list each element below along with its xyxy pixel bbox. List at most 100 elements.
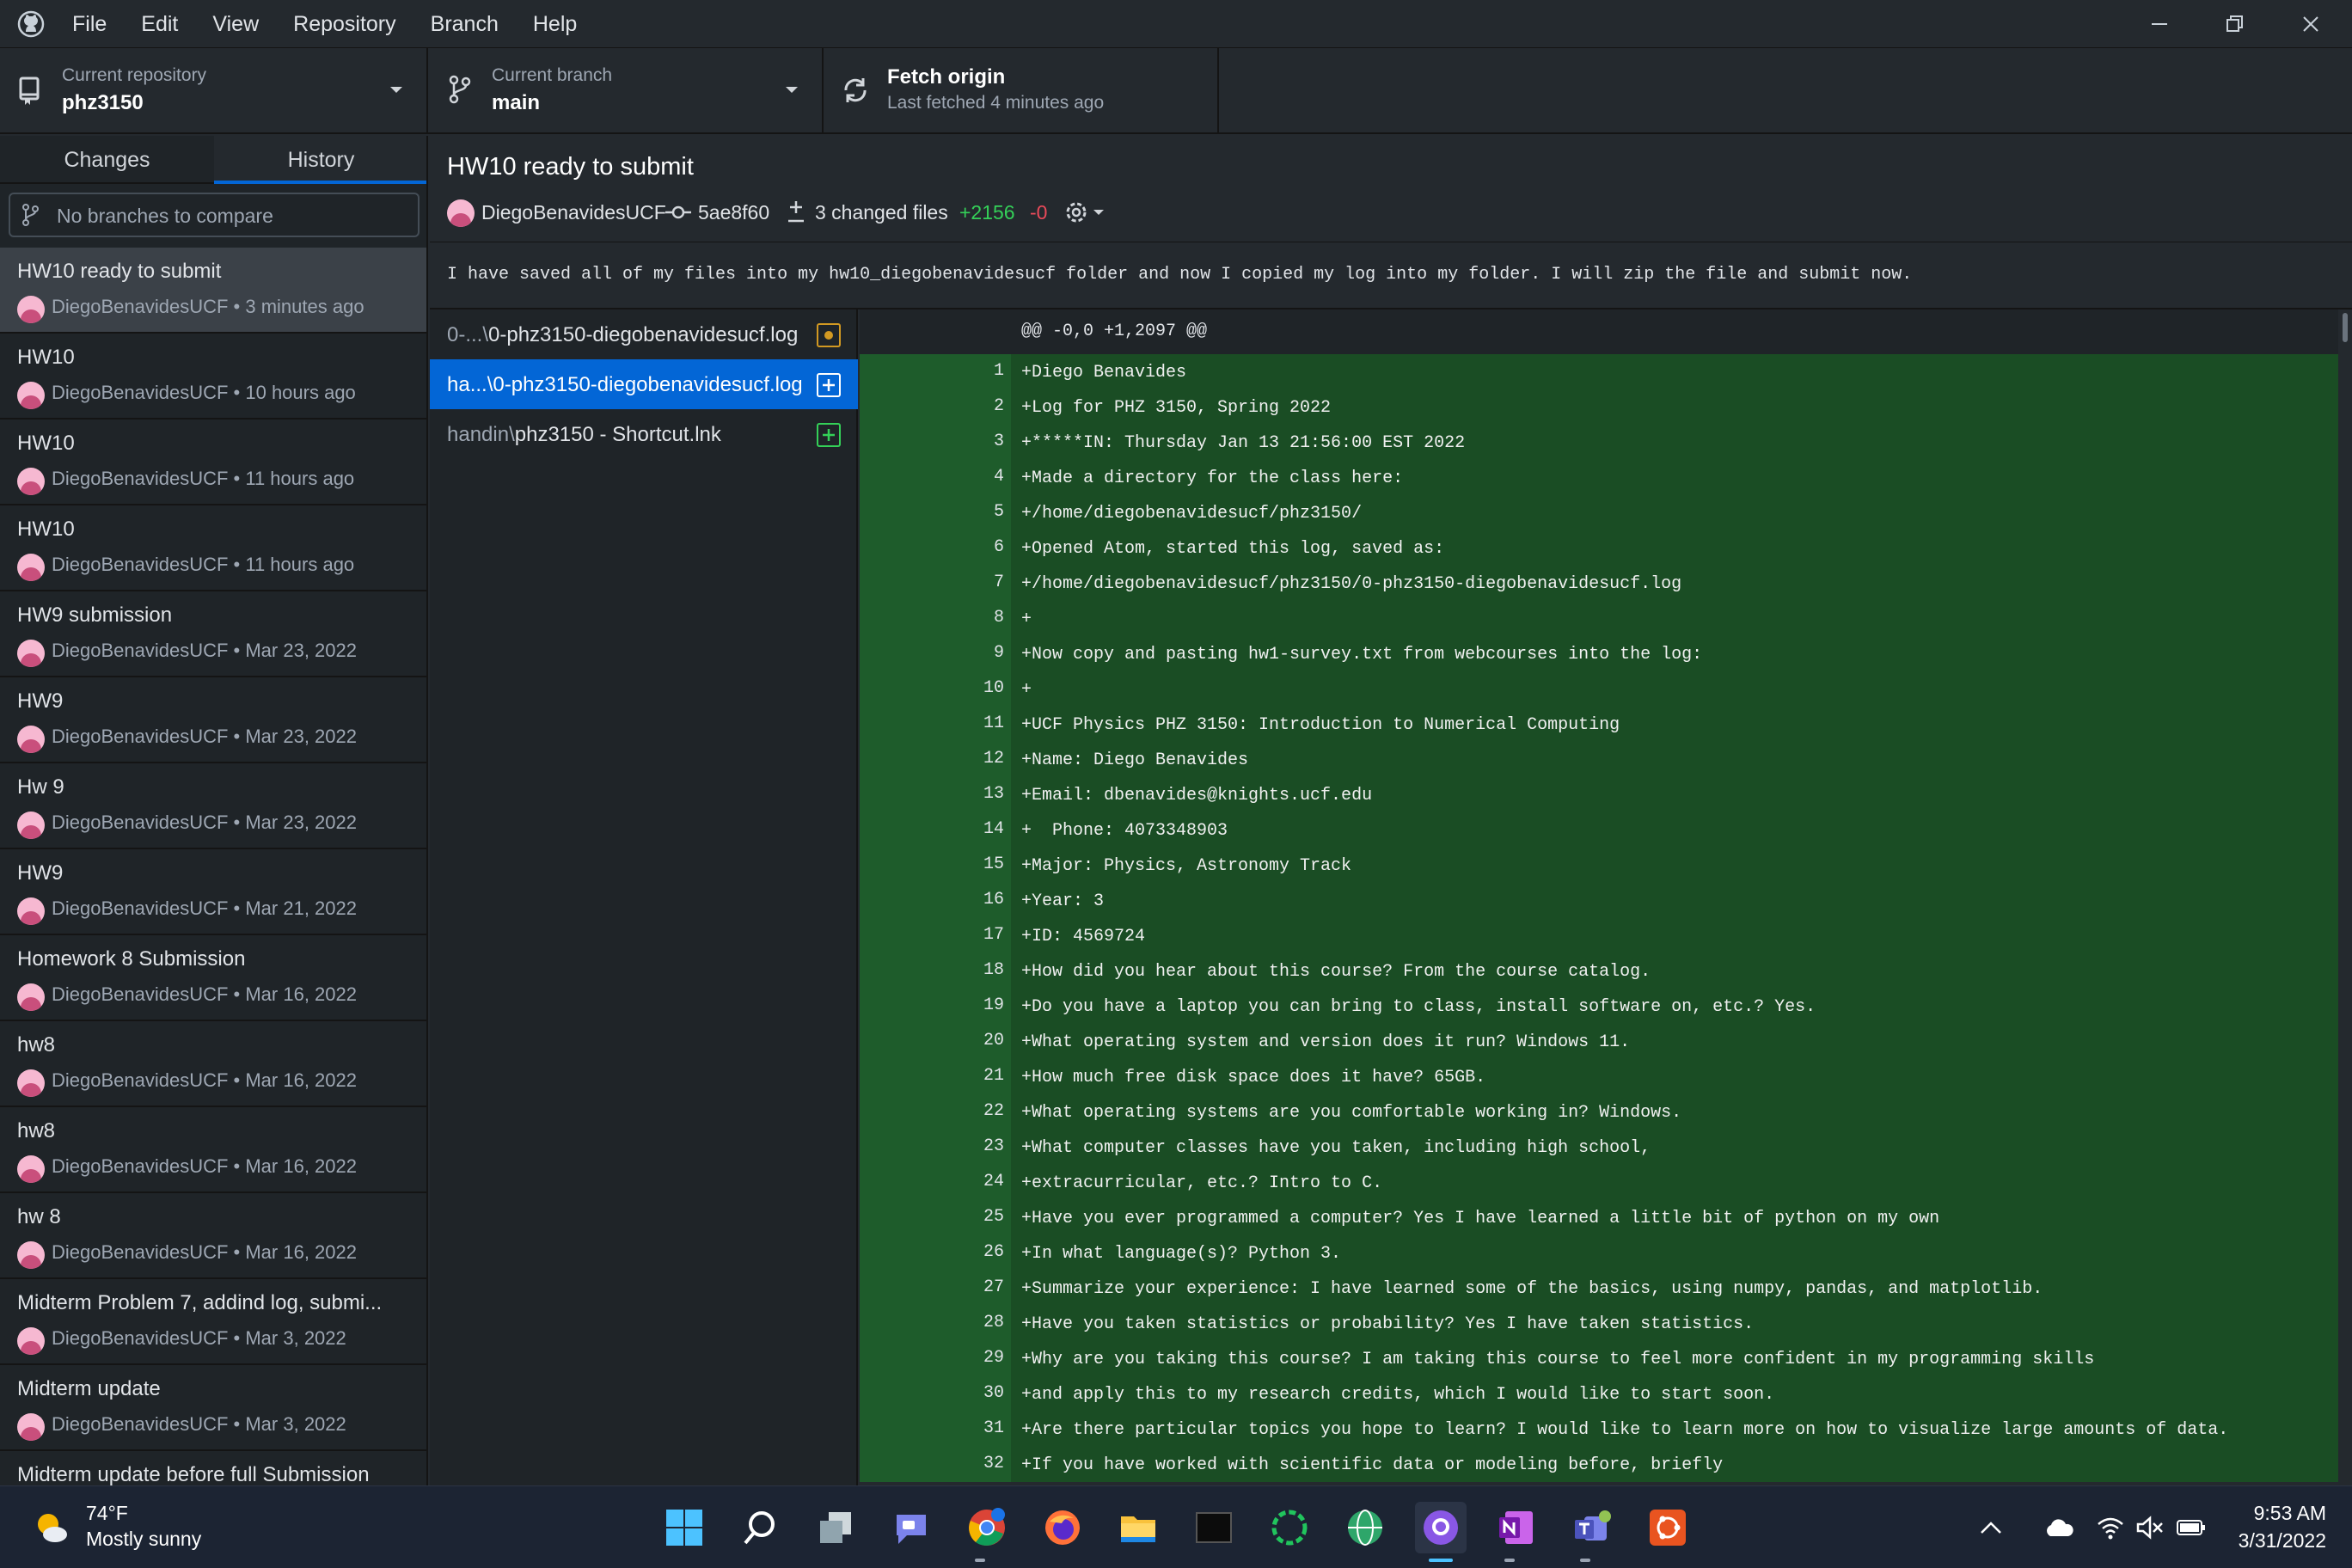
commit-list-item[interactable]: HW10 DiegoBenavidesUCF • 11 hours ago <box>0 420 426 505</box>
diff-line: 4 +Made a directory for the class here: <box>860 460 2338 495</box>
commit-list-item[interactable]: Midterm Problem 7, addind log, submi... D… <box>0 1279 426 1365</box>
file-item[interactable]: 0-...\0-phz3150-diegobenavidesucf.log <box>430 309 858 359</box>
diff-line-text: + Phone: 4073348903 <box>1021 821 1228 841</box>
commit-list-item[interactable]: Midterm update before full Submission <box>0 1451 426 1485</box>
firefox-icon[interactable] <box>1037 1502 1088 1553</box>
avatar <box>17 468 45 495</box>
diff-line: 6 +Opened Atom, started this log, saved a… <box>860 530 2338 566</box>
line-number: 27 <box>983 1277 1004 1297</box>
close-button[interactable] <box>2273 0 2349 48</box>
commit-sha[interactable]: 5ae8f60 <box>698 201 769 224</box>
old-line-gutter <box>860 1376 935 1412</box>
diff-line-text: +Email: dbenavides@knights.ucf.edu <box>1021 786 1373 805</box>
task-view-icon[interactable] <box>810 1502 861 1553</box>
added-icon <box>817 423 841 447</box>
commit-sha-icon <box>665 203 691 226</box>
commit-list-item[interactable]: HW9 DiegoBenavidesUCF • Mar 21, 2022 <box>0 849 426 935</box>
diff-line: 21 +How much free disk space does it have… <box>860 1059 2338 1094</box>
old-line-gutter <box>860 530 935 566</box>
line-number: 19 <box>983 995 1004 1015</box>
menu-edit[interactable]: Edit <box>124 0 195 48</box>
scrollbar[interactable] <box>2338 309 2352 1485</box>
clock-time[interactable]: 9:53 AM <box>2226 1502 2326 1525</box>
avatar <box>17 1327 45 1355</box>
menu-file[interactable]: File <box>55 0 124 48</box>
fetch-origin-button[interactable]: Fetch origin Last fetched 4 minutes ago <box>825 48 1219 134</box>
diff-line-text: + <box>1021 609 1032 629</box>
commit-title: HW9 <box>17 861 64 885</box>
modified-icon <box>817 323 841 347</box>
volume-muted-icon[interactable] <box>2128 1502 2171 1553</box>
onenote-icon[interactable] <box>1491 1502 1542 1553</box>
menu-repository[interactable]: Repository <box>276 0 413 48</box>
line-number: 1 <box>993 361 1004 381</box>
commit-list-item[interactable]: hw8 DiegoBenavidesUCF • Mar 16, 2022 <box>0 1021 426 1107</box>
restore-button[interactable] <box>2197 0 2273 48</box>
commit-list-item[interactable]: Midterm update DiegoBenavidesUCF • Mar 3,… <box>0 1365 426 1451</box>
commit-meta: DiegoBenavidesUCF • 3 minutes ago <box>52 296 364 317</box>
hunk-text: @@ -0,0 +1,2097 @@ <box>1021 322 1208 341</box>
loading-app-icon[interactable] <box>1264 1502 1315 1553</box>
tab-history[interactable]: History <box>214 136 426 184</box>
line-number: 5 <box>993 502 1004 522</box>
menu-help[interactable]: Help <box>516 0 594 48</box>
menu-branch[interactable]: Branch <box>413 0 516 48</box>
old-line-gutter <box>860 707 935 742</box>
avatar <box>17 897 45 925</box>
commit-list-item[interactable]: HW9 submission DiegoBenavidesUCF • Mar 23… <box>0 591 426 677</box>
old-line-gutter <box>860 1412 935 1447</box>
file-explorer-icon[interactable] <box>1112 1502 1164 1553</box>
commit-list-item[interactable]: hw8 DiegoBenavidesUCF • Mar 16, 2022 <box>0 1107 426 1193</box>
menu-view[interactable]: View <box>195 0 276 48</box>
commit-meta: DiegoBenavidesUCF • Mar 16, 2022 <box>52 1155 357 1177</box>
file-item-selected[interactable]: ha...\0-phz3150-diegobenavidesucf.log <box>430 359 858 409</box>
clock-date[interactable]: 3/31/2022 <box>2218 1529 2326 1553</box>
diff-line-text: +If you have worked with scientific data… <box>1021 1455 1724 1475</box>
wifi-icon[interactable] <box>2089 1502 2132 1553</box>
teams-icon[interactable] <box>1566 1502 1618 1553</box>
chat-icon[interactable] <box>885 1502 937 1553</box>
ubuntu-icon[interactable] <box>1642 1502 1694 1553</box>
commit-list-item[interactable]: HW10 DiegoBenavidesUCF • 10 hours ago <box>0 334 426 420</box>
diff-line: 31 +Are there particular topics you hope … <box>860 1412 2338 1447</box>
globe-app-icon[interactable] <box>1339 1502 1391 1553</box>
tab-changes[interactable]: Changes <box>0 136 214 184</box>
branch-icon <box>21 203 40 231</box>
commit-list-item[interactable]: HW10 ready to submit DiegoBenavidesUCF • … <box>0 248 426 334</box>
commit-list-item[interactable]: Homework 8 Submission DiegoBenavidesUCF •… <box>0 935 426 1021</box>
commit-meta: DiegoBenavidesUCF • Mar 16, 2022 <box>52 1241 357 1263</box>
line-number: 3 <box>993 432 1004 451</box>
branch-compare-input[interactable]: No branches to compare <box>9 193 420 237</box>
commit-title: hw8 <box>17 1033 56 1057</box>
line-number: 15 <box>983 854 1004 874</box>
compare-placeholder: No branches to compare <box>57 205 273 227</box>
terminal-icon[interactable] <box>1188 1502 1240 1553</box>
diff-line: 5 +/home/diegobenavidesucf/phz3150/ <box>860 495 2338 530</box>
commit-list-item[interactable]: HW10 DiegoBenavidesUCF • 11 hours ago <box>0 505 426 591</box>
battery-icon[interactable] <box>2170 1502 2213 1553</box>
commit-list-item[interactable]: HW9 DiegoBenavidesUCF • Mar 23, 2022 <box>0 677 426 763</box>
diff-line: 9 +Now copy and pasting hw1-survey.txt fr… <box>860 636 2338 671</box>
current-repository-dropdown[interactable]: Current repository phz3150 <box>0 48 428 134</box>
file-item[interactable]: handin\phz3150 - Shortcut.lnk <box>430 409 858 459</box>
chrome-icon[interactable] <box>961 1502 1013 1553</box>
scrollbar-thumb[interactable] <box>2343 313 2348 342</box>
search-icon[interactable] <box>734 1502 786 1553</box>
line-number: 26 <box>983 1242 1004 1262</box>
start-windows-icon[interactable] <box>658 1502 710 1553</box>
onedrive-cloud-icon[interactable] <box>2037 1502 2080 1553</box>
diff-line-text: +Log for PHZ 3150, Spring 2022 <box>1021 398 1332 418</box>
diff-view[interactable]: @@ -0,0 +1,2097 @@ 1 +Diego Benavides 2 +Lo… <box>860 309 2352 1485</box>
minimize-button[interactable] <box>2122 0 2197 48</box>
running-indicator <box>1580 1559 1590 1562</box>
commit-title: HW10 <box>17 518 75 541</box>
chevron-up-icon[interactable] <box>1974 1502 2008 1553</box>
avatar <box>17 812 45 839</box>
line-number: 28 <box>983 1313 1004 1332</box>
commit-list-item[interactable]: Hw 9 DiegoBenavidesUCF • Mar 23, 2022 <box>0 763 426 849</box>
weather-temp: 74°F <box>86 1502 128 1524</box>
commit-list-item[interactable]: hw 8 DiegoBenavidesUCF • Mar 16, 2022 <box>0 1193 426 1279</box>
github-desktop-icon[interactable] <box>1415 1502 1467 1553</box>
current-branch-dropdown[interactable]: Current branch main <box>430 48 824 134</box>
settings-gear-button[interactable] <box>1063 198 1109 231</box>
